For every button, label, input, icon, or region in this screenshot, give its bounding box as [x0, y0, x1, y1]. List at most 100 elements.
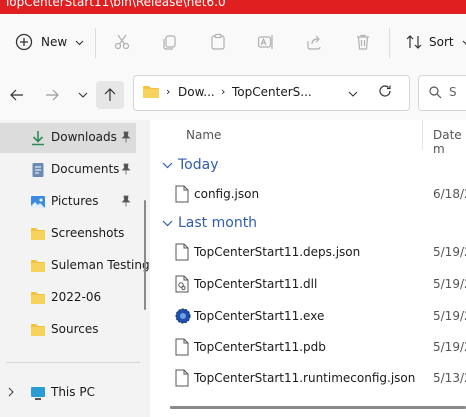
folder-icon	[30, 290, 46, 306]
refresh-button[interactable]	[378, 84, 392, 101]
folder-icon	[30, 322, 46, 338]
sort-icon	[404, 32, 424, 52]
file-icon	[175, 243, 189, 261]
chevron-right-icon: ›	[166, 85, 171, 98]
toolbar-divider	[95, 28, 96, 58]
navigation-pane: Downloads Documents Pictures Screenshots	[0, 120, 150, 417]
search-placeholder: S	[449, 85, 457, 99]
sidebar-item-suleman-testing[interactable]: Suleman Testing	[0, 251, 150, 281]
sort-button[interactable]: Sort	[404, 26, 466, 58]
sidebar-item-label: Suleman Testing	[51, 258, 150, 272]
back-button[interactable]	[4, 82, 30, 108]
file-date: 6/18/2	[433, 187, 466, 201]
file-name: TopCenterStart11.dll	[194, 277, 318, 291]
share-button[interactable]	[304, 26, 324, 58]
file-date: 5/19/2	[433, 309, 466, 323]
copy-button[interactable]	[160, 26, 180, 58]
up-button[interactable]	[96, 81, 124, 109]
file-row[interactable]: TopCenterStart11.pdb 5/19/2	[155, 331, 466, 363]
folder-icon	[30, 226, 46, 242]
arrow-right-icon	[46, 89, 59, 101]
file-icon	[175, 369, 189, 387]
sidebar-item-downloads[interactable]: Downloads	[0, 123, 136, 153]
file-row[interactable]: TopCenterStart11.dll 5/19/2	[155, 268, 466, 300]
group-header-today[interactable]: Today	[162, 157, 219, 173]
download-icon	[30, 130, 46, 146]
sidebar-item-label: Pictures	[51, 194, 99, 208]
sidebar-item-label: Downloads	[51, 130, 117, 144]
address-history-button[interactable]	[348, 86, 358, 100]
chevron-down-icon	[348, 91, 358, 97]
folder-icon	[142, 85, 160, 102]
chevron-right-icon: ›	[221, 85, 226, 98]
column-header-name[interactable]: Name	[186, 128, 221, 142]
file-row[interactable]: config.json 6/18/2	[155, 178, 466, 210]
file-name: TopCenterStart11.deps.json	[194, 245, 361, 259]
group-label: Today	[178, 157, 219, 173]
file-row[interactable]: TopCenterStart11.runtimeconfig.json 5/13…	[155, 362, 466, 394]
plus-icon	[14, 32, 34, 52]
sort-label: Sort	[429, 35, 454, 49]
sidebar-divider	[6, 362, 140, 363]
file-date: 5/19/2	[433, 340, 466, 354]
toolbar-divider	[389, 28, 390, 58]
group-label: Last month	[178, 215, 258, 231]
delete-icon	[353, 32, 373, 52]
title-bar: TopCenterStart11\bin\Release\net6.0	[0, 0, 466, 14]
sidebar-item-documents[interactable]: Documents	[0, 155, 136, 185]
chevron-down-icon	[78, 92, 88, 98]
search-box[interactable]: S	[418, 75, 466, 111]
sidebar-item-screenshots[interactable]: Screenshots	[0, 219, 136, 249]
file-row[interactable]: TopCenterStart11.exe 5/19/2	[155, 300, 466, 332]
column-divider[interactable]	[422, 120, 423, 150]
chevron-right-icon	[8, 386, 14, 400]
sidebar-item-2022-06[interactable]: 2022-06	[0, 283, 136, 313]
chevron-down-icon	[462, 35, 466, 49]
new-label: New	[41, 35, 68, 49]
file-row[interactable]: TopCenterStart11.deps.json 5/19/2	[155, 236, 466, 268]
computer-icon	[30, 385, 46, 401]
chevron-down-icon	[162, 215, 174, 231]
file-date: 5/13/2	[433, 371, 466, 385]
chevron-down-icon	[75, 35, 84, 49]
cut-icon	[112, 32, 132, 52]
sidebar-item-this-pc[interactable]: This PC	[0, 378, 136, 408]
copy-icon	[160, 32, 180, 52]
pin-icon	[121, 163, 131, 175]
address-bar[interactable]: › Dow... › TopCenterS...	[133, 75, 410, 111]
sidebar-item-sources[interactable]: Sources	[0, 315, 136, 345]
sidebar-scrollbar[interactable]	[144, 200, 146, 310]
sidebar-item-pictures[interactable]: Pictures	[0, 187, 136, 217]
sidebar-item-label: 2022-06	[51, 290, 102, 304]
new-button[interactable]: New	[14, 26, 84, 58]
sidebar-item-label: Documents	[51, 162, 120, 176]
file-name: TopCenterStart11.runtimeconfig.json	[194, 371, 416, 385]
column-header-date[interactable]: Date m	[433, 128, 466, 156]
refresh-icon	[379, 85, 391, 97]
rename-button[interactable]	[256, 26, 276, 58]
arrow-left-icon	[10, 89, 23, 101]
pin-icon	[121, 131, 131, 143]
group-header-last-month[interactable]: Last month	[162, 215, 257, 231]
chevron-down-icon	[162, 157, 174, 173]
pictures-icon	[30, 194, 46, 210]
paste-icon	[208, 32, 228, 52]
file-icon	[175, 338, 189, 356]
document-icon	[30, 162, 46, 178]
file-name: TopCenterStart11.exe	[194, 309, 325, 323]
breadcrumb-downloads[interactable]: Dow...	[178, 85, 215, 99]
cut-button[interactable]	[112, 26, 132, 58]
folder-icon	[30, 258, 46, 274]
recent-locations-button[interactable]	[70, 82, 96, 108]
dll-icon	[175, 275, 189, 293]
file-icon	[175, 185, 189, 203]
sidebar-item-label: Sources	[51, 322, 99, 336]
file-date: 5/19/2	[433, 245, 466, 259]
forward-button[interactable]	[39, 82, 65, 108]
paste-button[interactable]	[208, 26, 228, 58]
horizontal-scrollbar[interactable]	[170, 406, 466, 409]
pin-icon	[121, 195, 131, 207]
delete-button[interactable]	[353, 26, 373, 58]
sidebar-item-label: Screenshots	[51, 226, 125, 240]
breadcrumb-topcenterstart[interactable]: TopCenterS...	[232, 85, 312, 99]
